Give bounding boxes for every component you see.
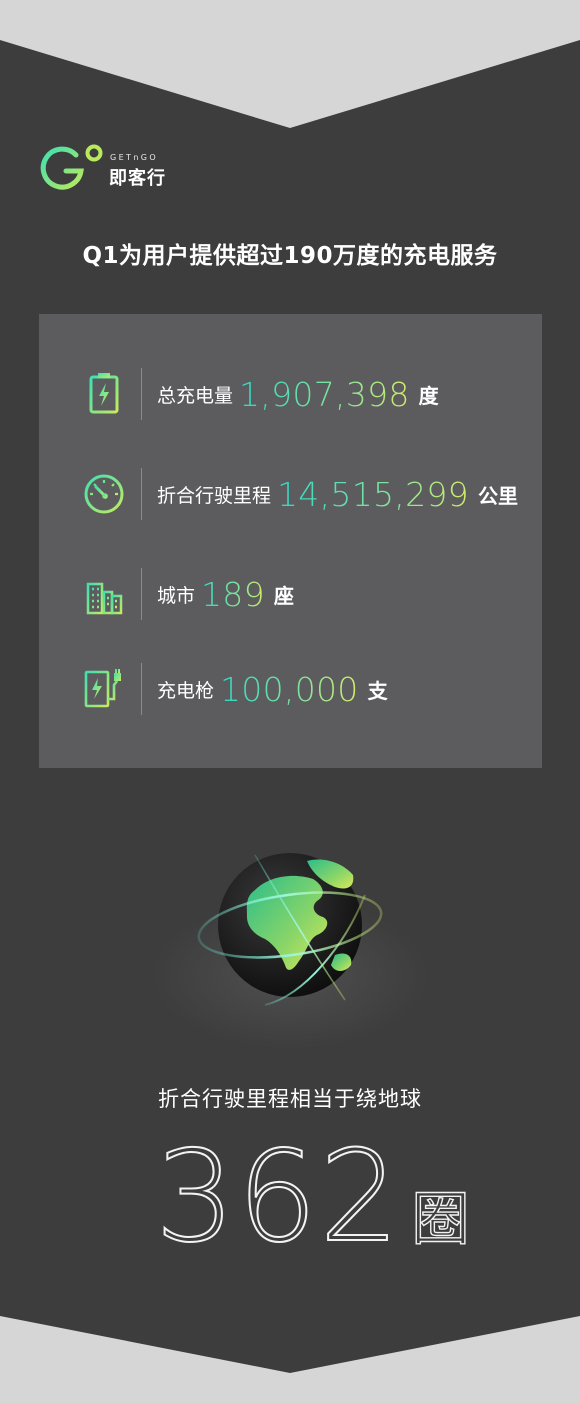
stat-unit: 度 — [418, 383, 439, 408]
stat-divider — [141, 568, 142, 620]
stat-label: 折合行驶里程 — [157, 484, 272, 507]
stat-divider — [141, 468, 142, 520]
battery-icon — [89, 373, 119, 414]
earth-laps: 362 圈 — [154, 1123, 470, 1270]
stat-row-cities: 城市 189 座 — [39, 566, 542, 626]
laps-unit: 圈 — [411, 1185, 470, 1253]
stat-label: 城市 — [157, 584, 196, 607]
stat-value: 1,907,398 — [239, 374, 410, 414]
stat-row-charging-guns: 充电枪 100,000 支 — [39, 661, 542, 721]
stat-row-total-charge: 总充电量 1,907,398 度 — [39, 366, 542, 426]
stat-value: 14,515,299 — [277, 474, 469, 514]
page-headline: Q1为用户提供超过190万度的充电服务 — [82, 243, 498, 269]
stat-value: 189 — [201, 574, 265, 614]
brand-name-en: GETnGO — [110, 153, 159, 162]
globe-icon — [197, 853, 383, 1006]
stats-panel: 总充电量 1,907,398 度 折合行驶里程 14,515,299 公里 城市… — [39, 314, 542, 768]
charging-station-icon — [84, 669, 121, 708]
stat-divider — [141, 368, 142, 420]
stat-divider — [141, 663, 142, 715]
city-buildings-icon — [85, 574, 123, 615]
laps-number: 362 — [154, 1123, 402, 1270]
brand-logo: GETnGO 即客行 — [36, 141, 186, 193]
stat-label: 总充电量 — [157, 384, 234, 407]
stat-unit: 公里 — [477, 483, 518, 508]
stat-row-mileage: 折合行驶里程 14,515,299 公里 — [39, 466, 542, 526]
brand-name-cn: 即客行 — [109, 168, 166, 189]
getngo-logo-icon — [40, 144, 103, 190]
speedometer-icon — [84, 474, 124, 514]
stat-value: 100,000 — [220, 669, 359, 709]
stat-label: 充电枪 — [157, 679, 215, 702]
stat-unit: 支 — [367, 678, 388, 703]
stat-unit: 座 — [273, 583, 294, 608]
equivalence-caption: 折合行驶里程相当于绕地球 — [158, 1087, 422, 1111]
